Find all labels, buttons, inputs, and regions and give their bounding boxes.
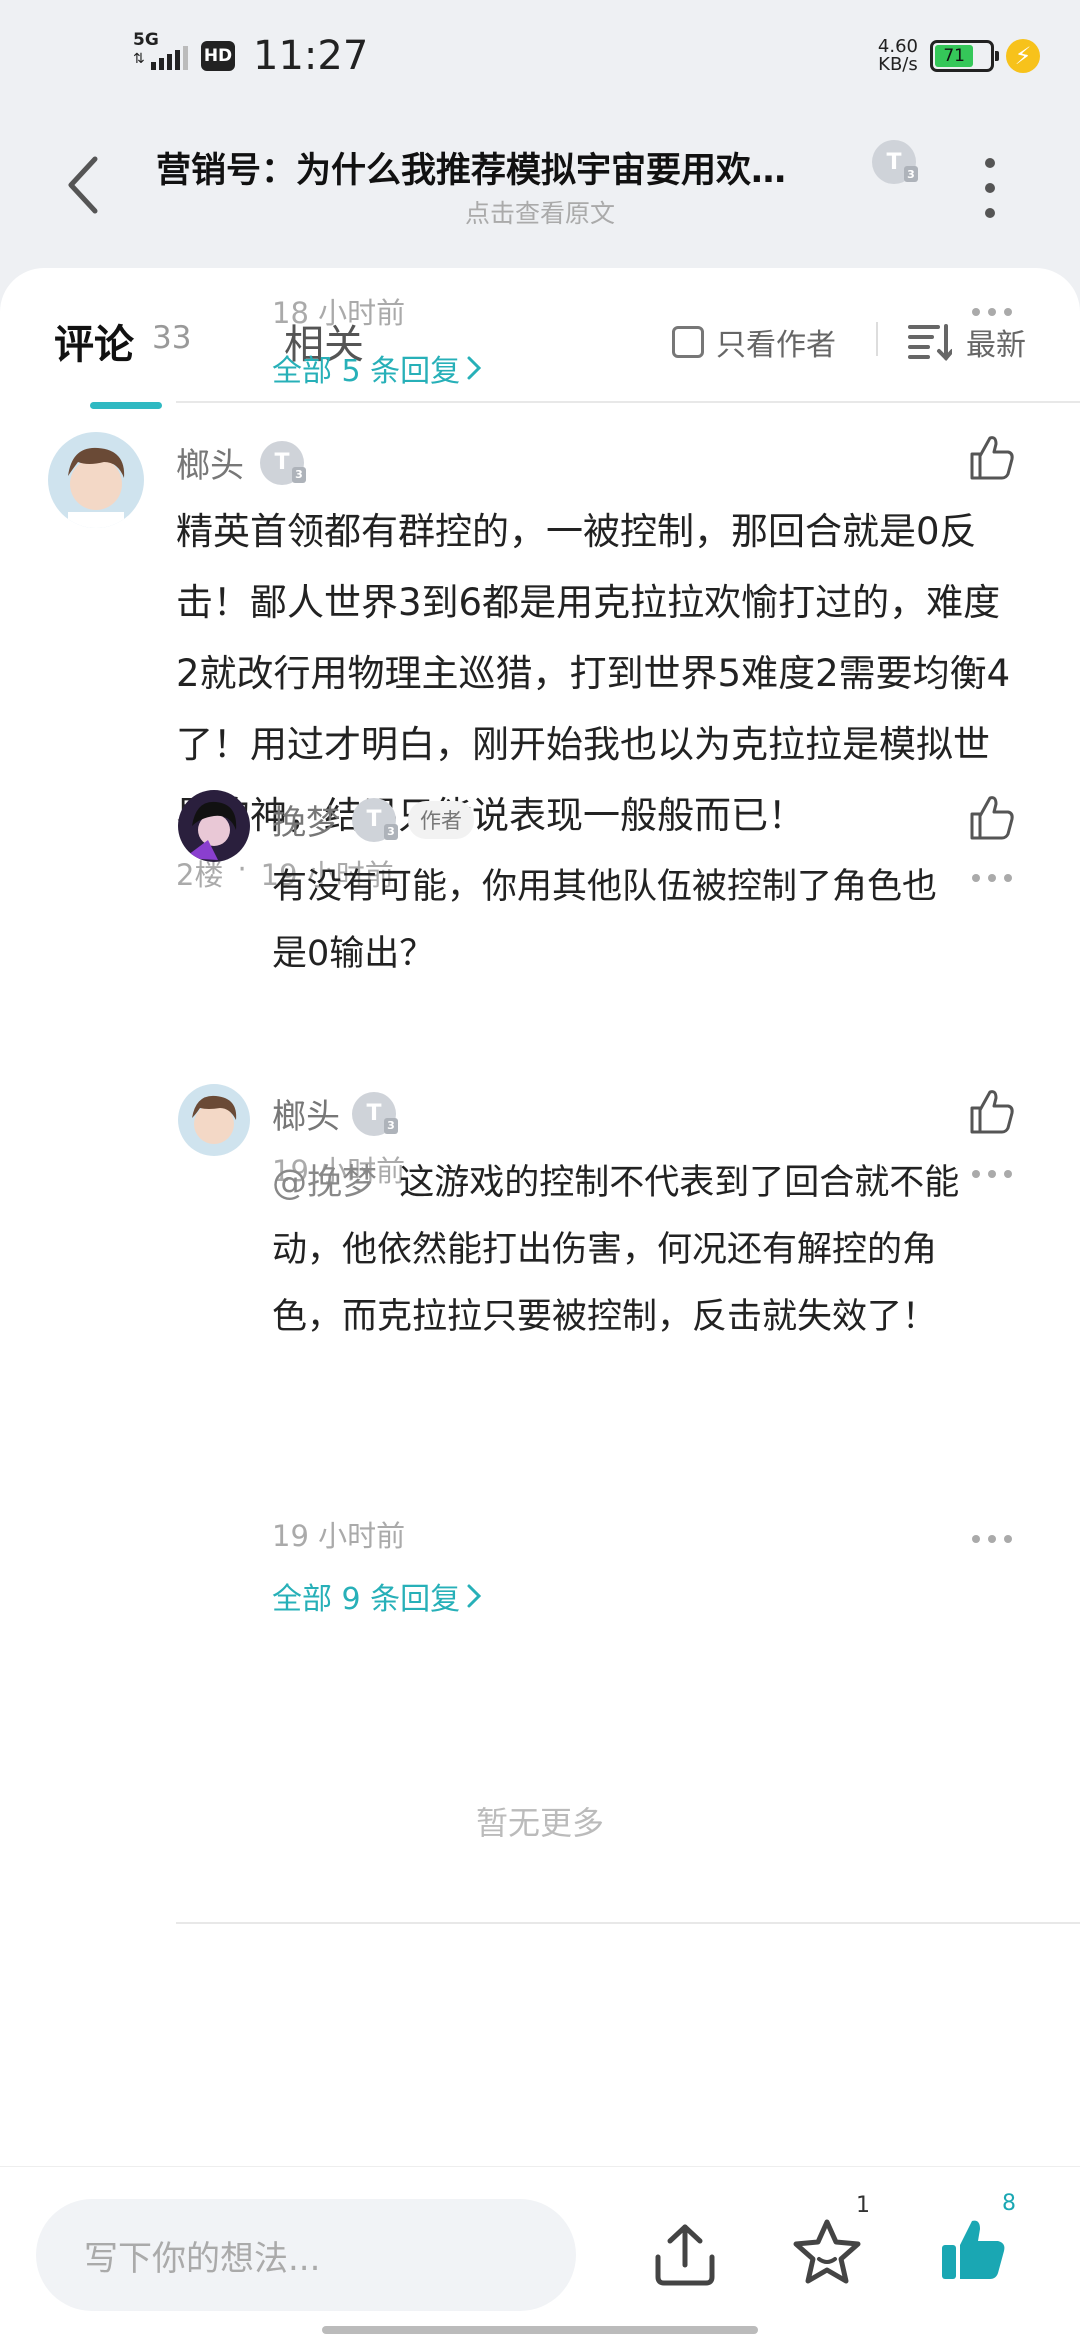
home-indicator[interactable] [322,2326,758,2334]
battery-level: 71 [935,45,974,67]
avatar[interactable] [178,790,250,862]
level-badge-icon: T3 [352,797,398,842]
checkbox-icon [672,326,704,358]
comment-header: 榔头 T3 [176,438,306,487]
favorite-star-icon[interactable] [792,2217,862,2287]
previous-view-all-replies-link[interactable]: 全部 5 条回复 [272,346,482,390]
username[interactable]: 榔头 [272,1089,340,1138]
level-badge-icon: T3 [352,1091,398,1136]
clock: 11:27 [253,33,369,79]
divider [176,1922,1080,1924]
top-navigation: 营销号：为什么我推荐模拟宇宙要用欢… T3 点击查看原文 [0,120,1080,250]
reply-header: 榔头 T3 [272,1089,398,1138]
divider [876,322,878,356]
thumbs-up-icon[interactable] [966,792,1016,842]
username[interactable]: 榔头 [176,438,244,487]
author-tag: 作者 [408,800,474,839]
tab-comments[interactable]: 评论 [54,312,134,370]
avatar[interactable] [178,1084,250,1156]
level-badge-icon: T3 [872,140,918,184]
view-all-replies-link[interactable]: 全部 9 条回复 [272,1574,482,1618]
network-speed: 4.60 KB/s [877,36,918,75]
sort-icon [908,324,952,361]
previous-reply-more-button[interactable] [972,308,1012,316]
divider [176,401,1080,403]
active-tab-indicator [90,402,162,409]
cellular-signal-icon: 5G ⇅ [133,32,193,80]
previous-reply-time: 18 小时前 [272,296,406,330]
tab-bar: 评论 33 相关 只看作者 最新 [0,268,1080,409]
reply-body: 有没有可能，你用其他队伍被控制了角色也 是0输出？ [272,867,938,974]
level-badge-icon: T3 [260,440,306,485]
reply-header: 挽梦 T3 作者 [272,795,474,844]
mention-link[interactable]: @挽梦 [272,1163,377,1203]
hd-voice-icon: HD [201,41,235,71]
avatar[interactable] [48,432,144,528]
page-title[interactable]: 营销号：为什么我推荐模拟宇宙要用欢… [156,142,876,193]
more-options-button[interactable] [970,158,1010,218]
reply-body: @挽梦 这游戏的控制不代表到了回合就不能 动，他依然能打出伤害，何况还有解控的角… [272,1163,960,1337]
reply-time: 19 小时前 [272,1519,406,1553]
battery-icon: 71 [930,40,999,72]
view-original-link[interactable]: 点击查看原文 [0,194,1080,230]
level-badge: T3 [872,140,918,184]
comment-count: 33 [152,320,192,356]
bottom-action-bar: 写下你的想法... 1 8 [0,2166,1080,2340]
comment-input[interactable]: 写下你的想法... [36,2199,576,2311]
no-more-text: 暂无更多 [475,1804,604,1842]
favorite-count: 1 [856,2193,870,2218]
author-only-toggle[interactable]: 只看作者 [672,320,836,364]
thumbs-up-icon[interactable] [966,1086,1016,1136]
chevron-right-icon [467,1584,482,1608]
username[interactable]: 挽梦 [272,795,340,844]
chevron-right-icon [467,356,482,380]
comments-panel: 评论 33 相关 只看作者 最新 18 小时前 全部 5 条回复 榔头 T 3 … [0,268,1080,2168]
reply-more-button[interactable] [972,1535,1012,1543]
like-count: 8 [1002,2191,1016,2216]
share-icon[interactable] [650,2219,720,2289]
charging-icon: ⚡ [1006,39,1040,73]
status-bar: 5G ⇅ HD 11:27 4.60 KB/s 71 ⚡ [0,0,1080,115]
sort-button[interactable]: 最新 [908,320,1026,364]
thumbs-up-filled-icon[interactable] [938,2215,1008,2285]
thumbs-up-icon[interactable] [966,432,1016,482]
